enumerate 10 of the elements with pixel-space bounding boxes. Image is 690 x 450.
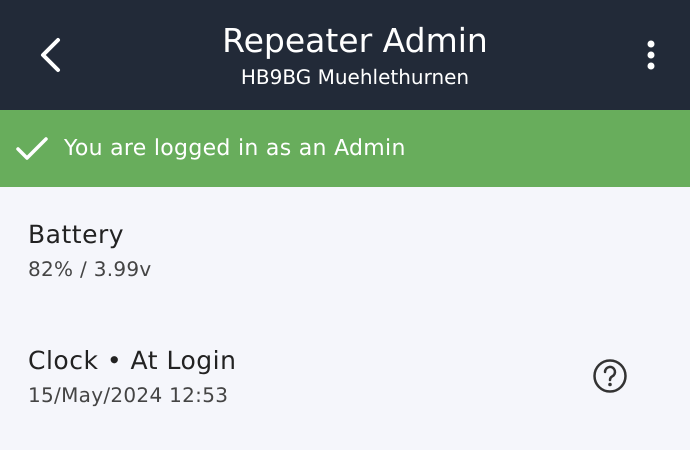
help-icon[interactable] bbox=[592, 358, 628, 394]
check-icon bbox=[16, 136, 48, 160]
screen-subtitle: HB9BG Muehlethurnen bbox=[240, 65, 470, 89]
more-icon bbox=[646, 39, 656, 71]
screen-title: Repeater Admin bbox=[222, 21, 488, 61]
login-status: You are logged in as an Admin bbox=[64, 136, 406, 161]
item-title: Battery bbox=[28, 220, 126, 248]
item-value: 15/May/2024 12:53 bbox=[28, 382, 230, 406]
item-title: Clock • At Login bbox=[28, 346, 238, 374]
item-value: 82% / 3.99v bbox=[28, 256, 153, 280]
